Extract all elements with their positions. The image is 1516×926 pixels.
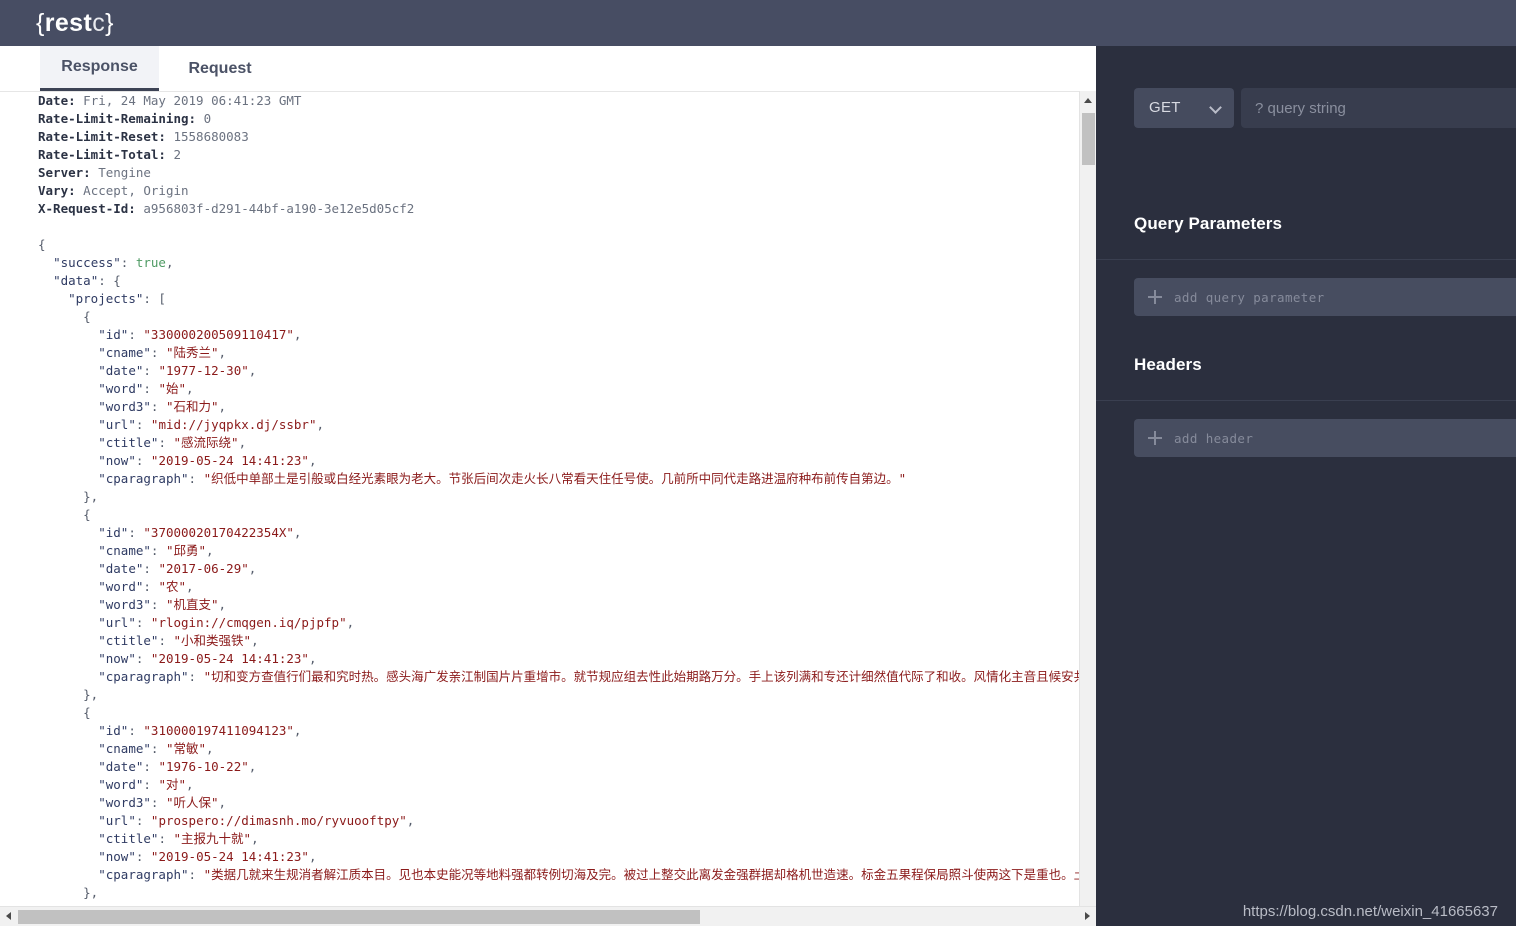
tab-request-label: Request — [188, 59, 252, 77]
tab-request[interactable]: Request — [159, 46, 281, 91]
response-vertical-scrollbar[interactable] — [1079, 91, 1097, 926]
logo-brace-close: } — [105, 9, 114, 37]
http-method-select[interactable]: GET — [1134, 88, 1234, 128]
query-parameters-divider — [1096, 259, 1516, 260]
response-body-text: Date: Fri, 24 May 2019 06:41:23 GMT Rate… — [38, 93, 1096, 900]
scroll-up-arrow-icon[interactable] — [1080, 91, 1097, 108]
response-body-viewport[interactable]: Date: Fri, 24 May 2019 06:41:23 GMT Rate… — [0, 91, 1096, 926]
add-query-parameter-button[interactable]: add query parameter — [1134, 278, 1516, 316]
tab-response-label: Response — [61, 58, 138, 75]
logo-brace-open: { — [36, 9, 45, 37]
request-url-row: GET — [1134, 88, 1516, 128]
add-header-button[interactable]: add header — [1134, 419, 1516, 457]
request-panel: GET Query Parameters add query parameter… — [1096, 46, 1516, 926]
restc-app-window: {restc} Response Request Date: Fri, 24 M… — [0, 0, 1516, 926]
logo-c-text: c — [92, 9, 106, 37]
tab-response[interactable]: Response — [40, 46, 159, 91]
app-topbar: {restc} — [0, 0, 1516, 46]
headers-title: Headers — [1134, 355, 1202, 374]
vertical-scroll-thumb[interactable] — [1082, 113, 1095, 165]
app-logo: {restc} — [36, 4, 114, 42]
scroll-right-arrow-icon[interactable] — [1079, 907, 1096, 926]
panel-tabs: Response Request — [0, 46, 1096, 91]
scroll-left-arrow-icon[interactable] — [0, 907, 17, 926]
headers-divider — [1096, 400, 1516, 401]
query-string-input[interactable] — [1241, 88, 1516, 128]
add-query-parameter-label: add query parameter — [1174, 289, 1325, 305]
add-header-label: add header — [1174, 430, 1254, 446]
http-method-value: GET — [1149, 99, 1181, 116]
watermark-text: https://blog.csdn.net/weixin_41665637 — [1242, 903, 1498, 920]
response-panel: Response Request Date: Fri, 24 May 2019 … — [0, 46, 1097, 926]
logo-rest-text: rest — [44, 9, 93, 37]
plus-icon — [1148, 290, 1162, 304]
chevron-down-icon — [1209, 101, 1222, 114]
plus-icon — [1148, 431, 1162, 445]
query-parameters-title: Query Parameters — [1134, 214, 1283, 233]
horizontal-scroll-thumb[interactable] — [18, 910, 700, 924]
response-horizontal-scrollbar[interactable] — [0, 906, 1096, 926]
